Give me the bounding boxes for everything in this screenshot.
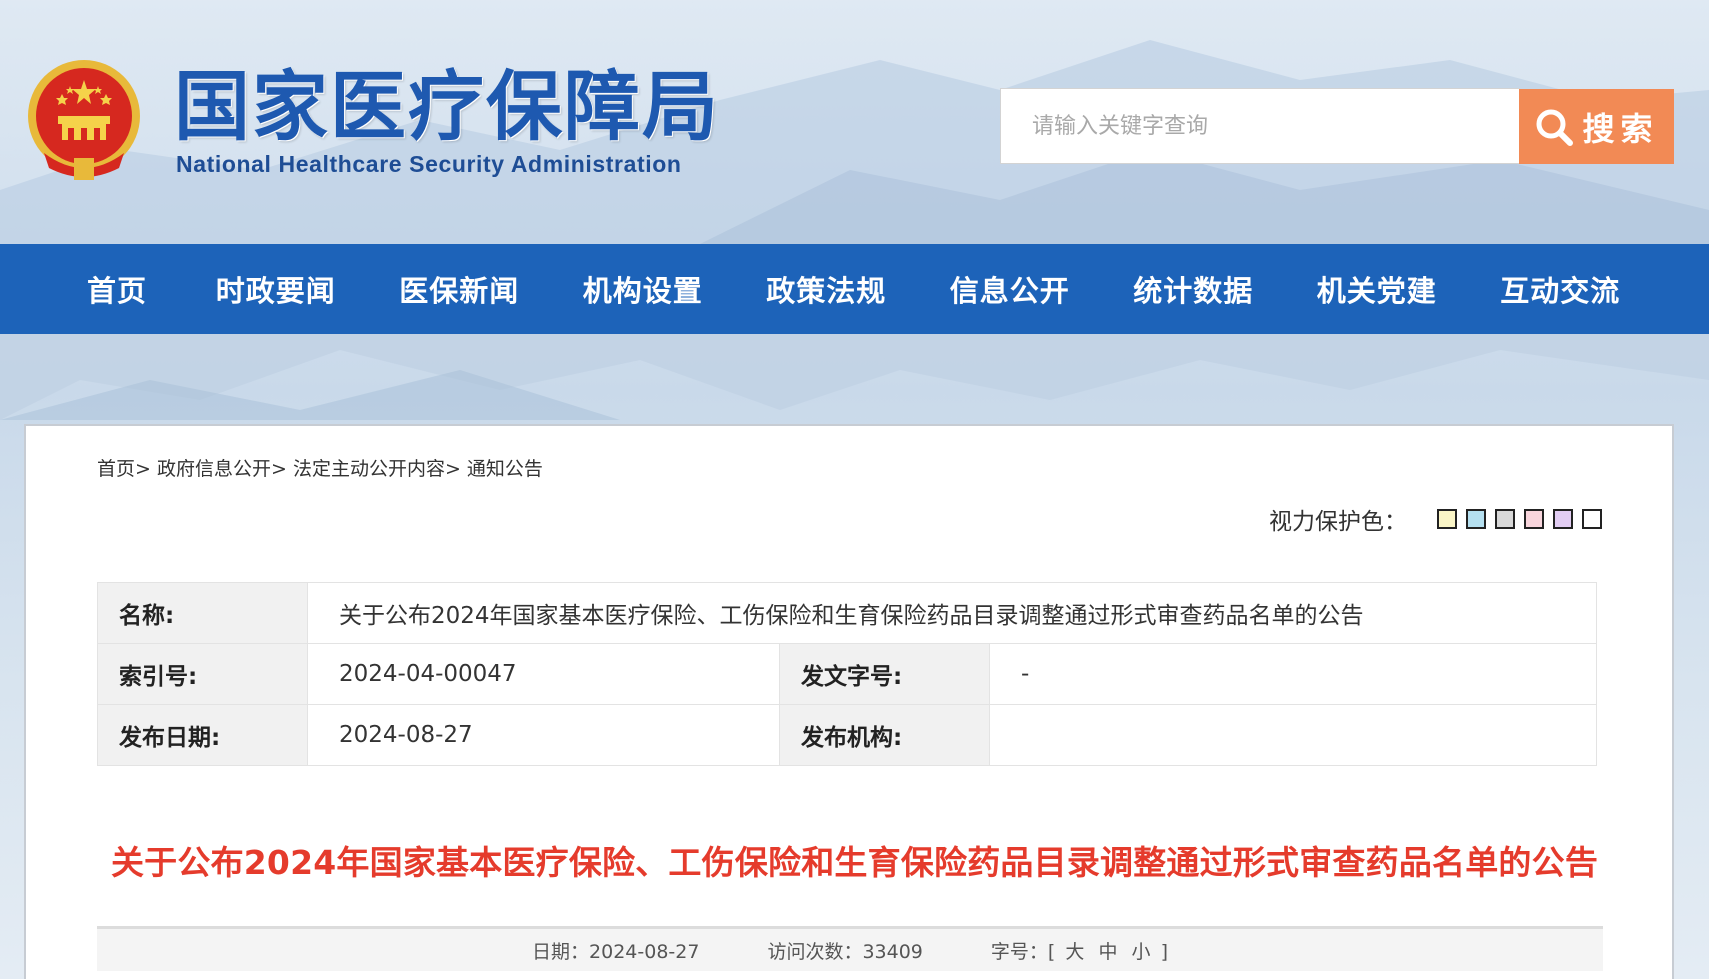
search-icon [1536, 109, 1574, 146]
eye-care-colors: 视力保护色： [1269, 502, 1602, 536]
search-box [1000, 88, 1520, 164]
breadcrumb-notices[interactable]: 通知公告 [467, 458, 543, 480]
search-input[interactable] [1001, 89, 1519, 163]
swatch-pink[interactable] [1524, 509, 1544, 529]
site-title-cn[interactable]: 国家医疗保障局 [174, 62, 720, 152]
document-metadata-table: 名称: 关于公布2024年国家基本医疗保险、工伤保险和生育保险药品目录调整通过形… [97, 582, 1597, 766]
font-size-medium-button[interactable]: 中 [1098, 941, 1117, 963]
swatch-yellow[interactable] [1437, 509, 1457, 529]
nav-item-news[interactable]: 时政要闻 [184, 244, 368, 334]
meta-org-key: 发布机构: [779, 704, 990, 766]
swatch-white[interactable] [1582, 509, 1602, 529]
article-date: 日期：2024-08-27 [532, 937, 699, 964]
main-nav: 首页 时政要闻 医保新闻 机构设置 政策法规 信息公开 统计数据 机关党建 互动… [0, 244, 1709, 334]
nav-item-healthcare-news[interactable]: 医保新闻 [368, 244, 552, 334]
meta-date-key: 发布日期: [97, 704, 308, 766]
breadcrumb-statutory[interactable]: 法定主动公开内容> [293, 458, 461, 480]
nav-item-organization[interactable]: 机构设置 [551, 244, 735, 334]
meta-name-value: 关于公布2024年国家基本医疗保险、工伤保险和生育保险药品目录调整通过形式审查药… [307, 582, 1597, 644]
font-size-large-button[interactable]: 大 [1065, 941, 1084, 963]
swatch-purple[interactable] [1553, 509, 1573, 529]
breadcrumb: 首页> 政府信息公开> 法定主动公开内容> 通知公告 [97, 454, 543, 481]
breadcrumb-gov-info[interactable]: 政府信息公开> [157, 458, 287, 480]
table-row: 发布日期: 2024-08-27 发布机构: [97, 704, 1597, 766]
nav-item-home[interactable]: 首页 [48, 244, 184, 334]
meta-name-key: 名称: [97, 582, 308, 644]
visits-label: 访问次数： [767, 940, 863, 963]
article-info-bar: 日期：2024-08-27 访问次数：33409 字号：[ 大 中 小 ] [97, 926, 1603, 971]
table-row: 名称: 关于公布2024年国家基本医疗保险、工伤保险和生育保险药品目录调整通过形… [97, 582, 1597, 644]
search-button-label: 搜索 [1582, 109, 1659, 148]
visits-value: 33409 [862, 940, 923, 963]
content-panel: 首页> 政府信息公开> 法定主动公开内容> 通知公告 视力保护色： 名称: 关于… [24, 424, 1674, 979]
breadcrumb-home[interactable]: 首页> [97, 458, 151, 480]
swatch-blue[interactable] [1466, 509, 1486, 529]
meta-org-value [989, 704, 1597, 766]
site-title-en: National Healthcare Security Administrat… [176, 151, 682, 177]
nav-item-interaction[interactable]: 互动交流 [1469, 244, 1653, 334]
fontsize-close-bracket: ] [1160, 940, 1168, 963]
search-button[interactable]: 搜索 [1519, 89, 1674, 164]
national-emblem-icon [28, 60, 140, 180]
meta-date-value: 2024-08-27 [307, 704, 780, 766]
meta-index-value: 2024-04-00047 [307, 643, 780, 705]
nav-item-party-building[interactable]: 机关党建 [1285, 244, 1469, 334]
fontsize-open-bracket: [ [1047, 940, 1056, 963]
meta-doc-no-value: - [989, 643, 1597, 705]
font-size-small-button[interactable]: 小 [1132, 941, 1151, 963]
date-value: 2024-08-27 [589, 940, 700, 963]
swatch-gray[interactable] [1495, 509, 1515, 529]
nav-item-info-disclosure[interactable]: 信息公开 [918, 244, 1102, 334]
font-size-control: 字号：[ 大 中 小 ] [991, 937, 1168, 964]
meta-index-key: 索引号: [97, 643, 308, 705]
eye-care-label: 视力保护色： [1269, 509, 1407, 535]
table-row: 索引号: 2024-04-00047 发文字号: - [97, 643, 1597, 705]
nav-item-statistics[interactable]: 统计数据 [1102, 244, 1286, 334]
nav-item-policy[interactable]: 政策法规 [735, 244, 919, 334]
article-title: 关于公布2024年国家基本医疗保险、工伤保险和生育保险药品目录调整通过形式审查药… [110, 843, 1599, 882]
date-label: 日期： [532, 940, 590, 963]
fontsize-label: 字号： [990, 940, 1048, 963]
meta-doc-no-key: 发文字号: [779, 643, 990, 705]
article-visits: 访问次数：33409 [767, 937, 922, 964]
